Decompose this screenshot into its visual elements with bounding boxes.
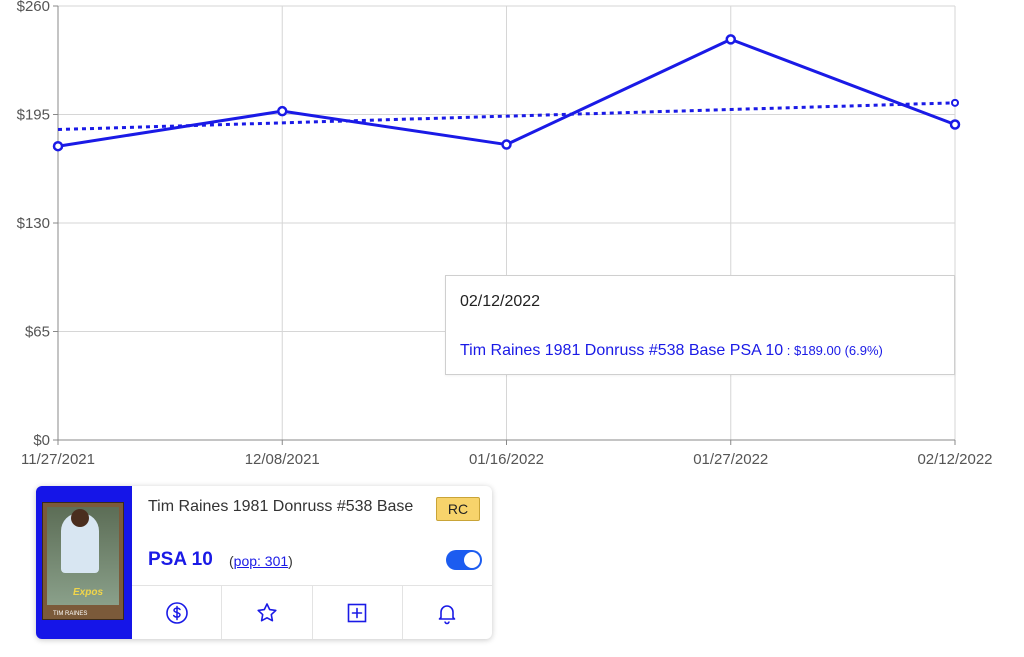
- star-icon: [257, 603, 277, 622]
- tooltip-series-line: Tim Raines 1981 Donruss #538 Base PSA 10…: [460, 342, 883, 360]
- tooltip-series-name: Tim Raines 1981 Donruss #538 Base PSA 10: [460, 342, 784, 359]
- trend-point: [951, 98, 959, 107]
- add-to-collection-button[interactable]: [311, 586, 402, 639]
- x-tick-label: 12/08/2021: [245, 451, 320, 468]
- y-tick-label: $65: [25, 324, 50, 341]
- chart-tooltip: 02/12/2022 Tim Raines 1981 Donruss #538 …: [445, 275, 955, 375]
- card-image-name: TIM RAINES: [53, 611, 88, 617]
- population-link[interactable]: pop: 301: [234, 553, 289, 569]
- price-button[interactable]: [132, 586, 221, 639]
- card-image-head: [71, 509, 89, 527]
- price-point: [277, 105, 288, 117]
- y-tick-label: $130: [17, 215, 50, 232]
- y-tick-label: $195: [17, 107, 50, 124]
- card-accent-strip: Expos TIM RAINES: [36, 486, 132, 639]
- plus-square-icon: [347, 603, 367, 623]
- y-tick-label: $0: [33, 432, 50, 449]
- card-image[interactable]: Expos TIM RAINES: [42, 502, 124, 620]
- price-point: [52, 140, 64, 152]
- price-chart: $0 $65 $130 $195 $260 11/27/2021 12/08/2021 01/…: [17, 0, 993, 468]
- price-point: [501, 139, 512, 150]
- pop-close: ): [288, 553, 293, 569]
- price-point: [949, 119, 961, 130]
- card-summary: Expos TIM RAINES Tim Raines 1981 Donruss…: [36, 486, 492, 639]
- bell-icon: [439, 605, 456, 625]
- card-image-team: Expos: [73, 587, 104, 598]
- x-tick-label: 01/16/2022: [469, 451, 544, 468]
- card-title: Tim Raines 1981 Donruss #538 Base: [148, 498, 414, 515]
- card-actions: [132, 585, 492, 639]
- alert-button[interactable]: [401, 586, 492, 639]
- tooltip-series-value: : $189.00 (6.9%): [783, 343, 883, 358]
- favorite-button[interactable]: [221, 586, 311, 639]
- x-tick-label: 02/12/2022: [917, 451, 992, 468]
- y-tick-label: $260: [17, 0, 50, 15]
- tooltip-date: 02/12/2022: [460, 293, 541, 310]
- population: (pop: 301): [229, 553, 293, 569]
- dollar-circle-icon: [165, 602, 188, 624]
- toggle-knob: [464, 552, 480, 568]
- series-visibility-toggle[interactable]: [446, 550, 482, 570]
- price-point: [725, 34, 736, 45]
- x-tick-label: 11/27/2021: [21, 451, 95, 468]
- grade-label: PSA 10: [148, 549, 213, 570]
- x-tick-label: 01/27/2022: [693, 451, 768, 468]
- rookie-badge: RC: [436, 497, 480, 521]
